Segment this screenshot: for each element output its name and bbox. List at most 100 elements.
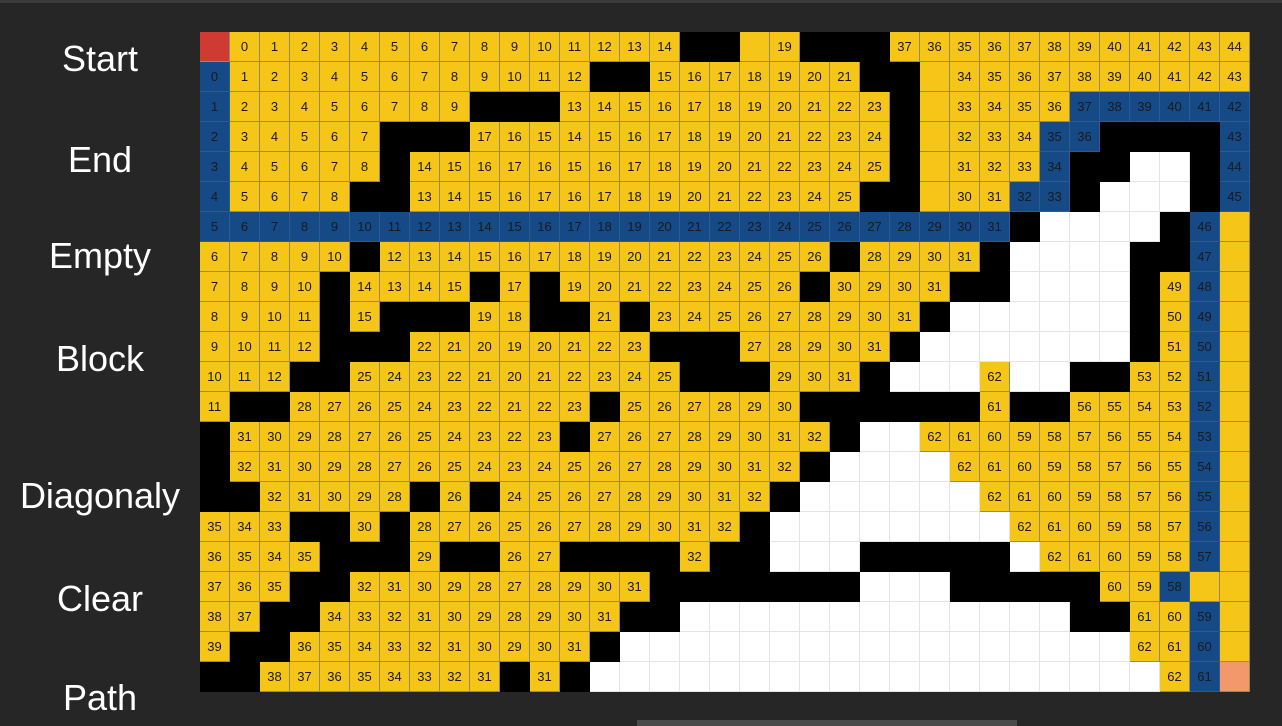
empty-cell[interactable] bbox=[740, 32, 770, 62]
empty-cell[interactable]: 20 bbox=[620, 242, 650, 272]
path-cell[interactable]: 34 bbox=[1040, 152, 1070, 182]
empty-cell[interactable]: 19 bbox=[650, 182, 680, 212]
block-cell[interactable] bbox=[380, 512, 410, 542]
empty-cell[interactable]: 27 bbox=[620, 452, 650, 482]
empty-cell[interactable] bbox=[920, 152, 950, 182]
clear-cell[interactable] bbox=[980, 512, 1010, 542]
path-cell[interactable]: 31 bbox=[980, 212, 1010, 242]
empty-cell[interactable]: 21 bbox=[530, 362, 560, 392]
block-cell[interactable] bbox=[500, 662, 530, 692]
empty-cell[interactable]: 29 bbox=[860, 272, 890, 302]
empty-cell[interactable]: 19 bbox=[770, 32, 800, 62]
block-cell[interactable] bbox=[1070, 572, 1100, 602]
clear-cell[interactable] bbox=[830, 512, 860, 542]
empty-cell[interactable]: 30 bbox=[590, 572, 620, 602]
empty-cell[interactable]: 35 bbox=[200, 512, 230, 542]
path-cell[interactable]: 37 bbox=[1070, 92, 1100, 122]
empty-cell[interactable]: 23 bbox=[770, 182, 800, 212]
block-cell[interactable] bbox=[770, 572, 800, 602]
empty-cell[interactable]: 15 bbox=[590, 122, 620, 152]
path-cell[interactable]: 26 bbox=[830, 212, 860, 242]
clear-cell[interactable] bbox=[890, 602, 920, 632]
clear-cell[interactable] bbox=[800, 512, 830, 542]
empty-cell[interactable] bbox=[1220, 482, 1250, 512]
empty-cell[interactable]: 58 bbox=[1160, 542, 1190, 572]
clear-cell[interactable] bbox=[800, 482, 830, 512]
block-cell[interactable] bbox=[650, 542, 680, 572]
empty-cell[interactable]: 7 bbox=[200, 272, 230, 302]
empty-cell[interactable]: 58 bbox=[1070, 452, 1100, 482]
empty-cell[interactable]: 14 bbox=[440, 242, 470, 272]
block-cell[interactable] bbox=[1040, 572, 1070, 602]
block-cell[interactable] bbox=[770, 482, 800, 512]
empty-cell[interactable]: 38 bbox=[200, 602, 230, 632]
empty-cell[interactable]: 24 bbox=[710, 272, 740, 302]
empty-cell[interactable]: 29 bbox=[530, 602, 560, 632]
empty-cell[interactable] bbox=[920, 122, 950, 152]
clear-cell[interactable] bbox=[710, 632, 740, 662]
block-cell[interactable] bbox=[470, 542, 500, 572]
empty-cell[interactable] bbox=[1220, 302, 1250, 332]
empty-cell[interactable]: 18 bbox=[710, 92, 740, 122]
empty-cell[interactable]: 27 bbox=[650, 422, 680, 452]
empty-cell[interactable]: 32 bbox=[800, 422, 830, 452]
clear-cell[interactable] bbox=[1040, 272, 1070, 302]
empty-cell[interactable]: 28 bbox=[500, 602, 530, 632]
empty-cell[interactable]: 27 bbox=[770, 302, 800, 332]
block-cell[interactable] bbox=[380, 122, 410, 152]
path-cell[interactable]: 11 bbox=[380, 212, 410, 242]
block-cell[interactable] bbox=[1070, 152, 1100, 182]
block-cell[interactable] bbox=[200, 452, 230, 482]
empty-cell[interactable]: 34 bbox=[350, 632, 380, 662]
empty-cell[interactable]: 6 bbox=[380, 62, 410, 92]
empty-cell[interactable]: 22 bbox=[770, 152, 800, 182]
empty-cell[interactable]: 36 bbox=[1010, 62, 1040, 92]
empty-cell[interactable]: 31 bbox=[530, 662, 560, 692]
empty-cell[interactable]: 23 bbox=[650, 302, 680, 332]
block-cell[interactable] bbox=[320, 272, 350, 302]
empty-cell[interactable]: 6 bbox=[320, 122, 350, 152]
clear-cell[interactable] bbox=[680, 662, 710, 692]
clear-cell[interactable] bbox=[1010, 362, 1040, 392]
empty-cell[interactable]: 21 bbox=[500, 392, 530, 422]
empty-cell[interactable]: 34 bbox=[380, 662, 410, 692]
empty-cell[interactable]: 26 bbox=[650, 392, 680, 422]
empty-cell[interactable]: 31 bbox=[680, 512, 710, 542]
empty-cell[interactable]: 9 bbox=[440, 92, 470, 122]
path-cell[interactable]: 6 bbox=[230, 212, 260, 242]
clear-cell[interactable] bbox=[800, 662, 830, 692]
empty-cell[interactable]: 1 bbox=[230, 62, 260, 92]
empty-cell[interactable]: 26 bbox=[440, 482, 470, 512]
empty-cell[interactable]: 60 bbox=[1070, 512, 1100, 542]
block-cell[interactable] bbox=[590, 542, 620, 572]
empty-cell[interactable]: 59 bbox=[1010, 422, 1040, 452]
empty-cell[interactable]: 4 bbox=[350, 32, 380, 62]
empty-cell[interactable]: 31 bbox=[590, 602, 620, 632]
empty-cell[interactable]: 10 bbox=[290, 272, 320, 302]
block-cell[interactable] bbox=[740, 362, 770, 392]
empty-cell[interactable]: 25 bbox=[770, 242, 800, 272]
block-cell[interactable] bbox=[680, 362, 710, 392]
empty-cell[interactable]: 5 bbox=[230, 182, 260, 212]
empty-cell[interactable] bbox=[1220, 542, 1250, 572]
empty-cell[interactable]: 8 bbox=[470, 32, 500, 62]
empty-cell[interactable]: 58 bbox=[1100, 482, 1130, 512]
empty-cell[interactable]: 20 bbox=[800, 62, 830, 92]
empty-cell[interactable]: 29 bbox=[770, 362, 800, 392]
empty-cell[interactable]: 25 bbox=[710, 302, 740, 332]
empty-cell[interactable]: 15 bbox=[440, 152, 470, 182]
empty-cell[interactable]: 5 bbox=[350, 62, 380, 92]
clear-cell[interactable] bbox=[890, 512, 920, 542]
empty-cell[interactable]: 39 bbox=[1100, 62, 1130, 92]
block-cell[interactable] bbox=[320, 302, 350, 332]
empty-cell[interactable]: 17 bbox=[590, 182, 620, 212]
empty-cell[interactable]: 61 bbox=[980, 392, 1010, 422]
block-cell[interactable] bbox=[860, 182, 890, 212]
empty-cell[interactable]: 22 bbox=[590, 332, 620, 362]
empty-cell[interactable]: 52 bbox=[1160, 362, 1190, 392]
empty-cell[interactable]: 16 bbox=[620, 122, 650, 152]
clear-cell[interactable] bbox=[920, 662, 950, 692]
path-cell[interactable]: 44 bbox=[1220, 152, 1250, 182]
block-cell[interactable] bbox=[350, 332, 380, 362]
empty-cell[interactable]: 39 bbox=[1070, 32, 1100, 62]
